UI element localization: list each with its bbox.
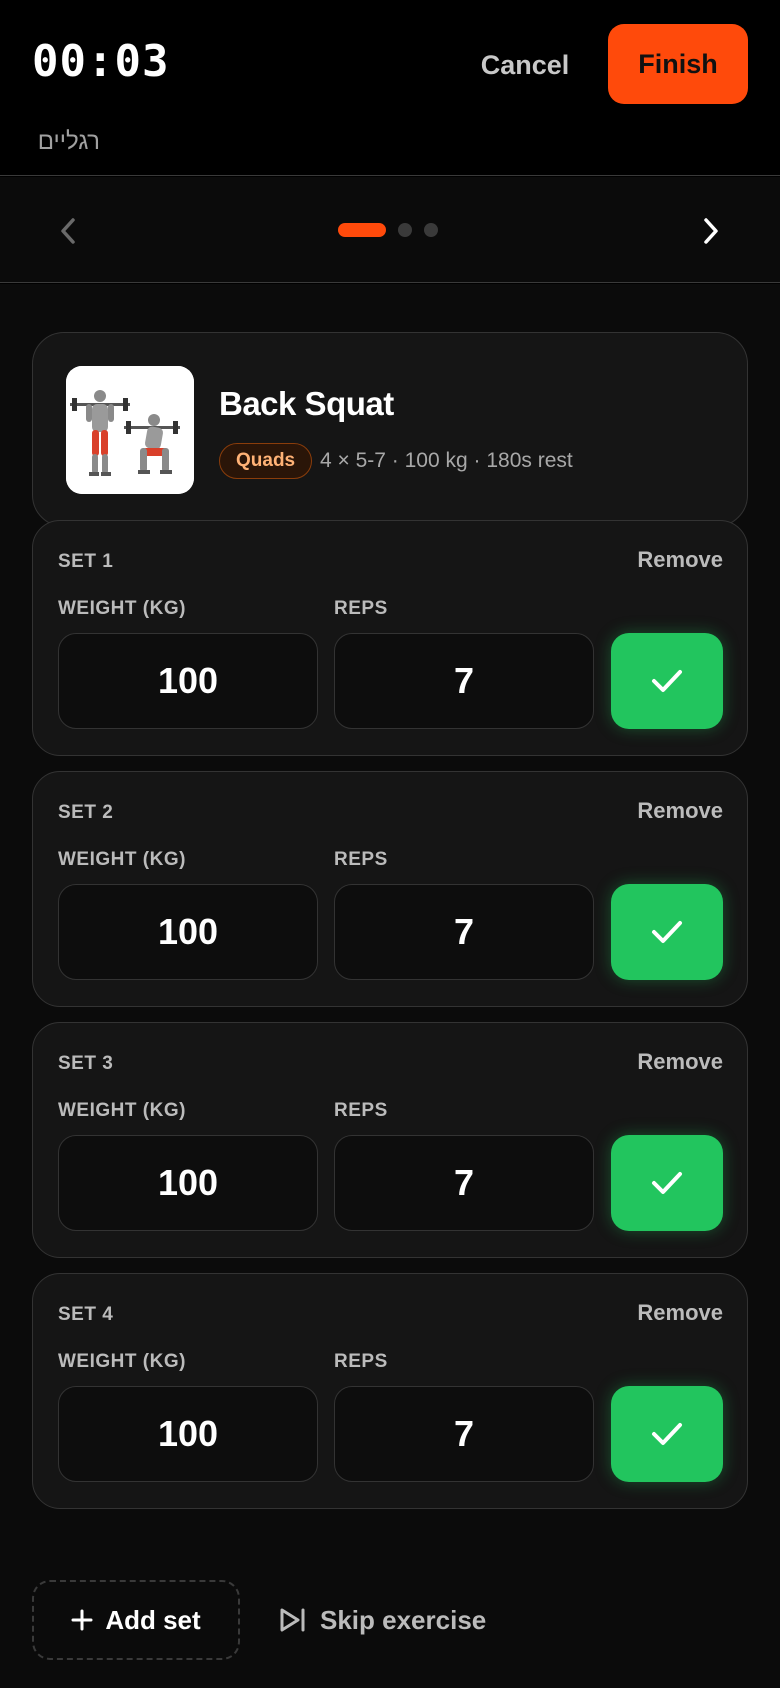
previous-exercise-button[interactable] [48, 211, 88, 251]
exercise-name: Back Squat [219, 385, 394, 422]
remove-set-button[interactable]: Remove [637, 547, 723, 573]
weight-label: WEIGHT (KG) [58, 849, 186, 870]
exercise-card: Back Squat Quads 4 × 5-7 · 100 kg · 180s… [32, 332, 748, 527]
reps-label: REPS [334, 1100, 388, 1121]
check-icon [652, 670, 682, 692]
exercise-pager [0, 177, 780, 283]
muscle-badge: Quads [219, 443, 313, 479]
remove-set-button[interactable]: Remove [637, 1300, 723, 1326]
weight-input[interactable] [58, 884, 318, 980]
weight-label: WEIGHT (KG) [58, 1351, 186, 1372]
complete-set-button[interactable] [611, 1135, 723, 1231]
skip-exercise-button[interactable]: Skip exercise [278, 1580, 486, 1660]
reps-label: REPS [334, 598, 388, 619]
weight-input[interactable] [58, 1135, 318, 1231]
reps-input[interactable] [334, 1386, 594, 1482]
reps-input[interactable] [334, 633, 594, 729]
weight-input[interactable] [58, 1386, 318, 1482]
set-title: SET 1 [58, 551, 114, 572]
remove-set-button[interactable]: Remove [637, 798, 723, 824]
check-icon [652, 1423, 682, 1445]
reps-label: REPS [334, 849, 388, 870]
weight-input[interactable] [58, 633, 318, 729]
complete-set-button[interactable] [611, 884, 723, 980]
exercise-thumbnail [66, 366, 194, 494]
reps-label: REPS [334, 1351, 388, 1372]
check-icon [652, 921, 682, 943]
weight-label: WEIGHT (KG) [58, 598, 186, 619]
weight-label: WEIGHT (KG) [58, 1100, 186, 1121]
squat-illustration [66, 366, 194, 494]
elapsed-timer: 00:03 [32, 36, 170, 87]
set-card: SET 4 Remove WEIGHT (KG) REPS [32, 1273, 748, 1509]
next-exercise-button[interactable] [691, 211, 731, 251]
complete-set-button[interactable] [611, 633, 723, 729]
workout-name: רגליים [37, 128, 100, 155]
complete-set-button[interactable] [611, 1386, 723, 1482]
add-set-button[interactable]: Add set [32, 1580, 240, 1660]
remove-set-button[interactable]: Remove [637, 1049, 723, 1075]
pager-dots [338, 223, 438, 237]
chevron-left-icon [61, 218, 75, 244]
reps-input[interactable] [334, 884, 594, 980]
workout-header: 00:03 Cancel Finish רגליים [0, 0, 780, 176]
set-card: SET 3 Remove WEIGHT (KG) REPS [32, 1022, 748, 1258]
exercise-content: Back Squat Quads 4 × 5-7 · 100 kg · 180s… [0, 284, 780, 1688]
set-title: SET 2 [58, 802, 114, 823]
skip-forward-icon [280, 1608, 305, 1632]
pager-dot[interactable] [398, 223, 412, 237]
set-card: SET 1 Remove WEIGHT (KG) REPS [32, 520, 748, 756]
plus-icon [71, 1609, 93, 1631]
cancel-button[interactable]: Cancel [470, 42, 580, 88]
skip-exercise-label: Skip exercise [320, 1604, 487, 1635]
check-icon [652, 1172, 682, 1194]
add-set-label: Add set [105, 1604, 201, 1635]
exercise-summary: 4 × 5-7 · 100 kg · 180s rest [320, 449, 573, 472]
reps-input[interactable] [334, 1135, 594, 1231]
set-card: SET 2 Remove WEIGHT (KG) REPS [32, 771, 748, 1007]
pager-dot-active[interactable] [338, 223, 386, 237]
chevron-right-icon [704, 218, 718, 244]
set-title: SET 4 [58, 1304, 114, 1325]
set-title: SET 3 [58, 1053, 114, 1074]
finish-button[interactable]: Finish [608, 24, 748, 104]
pager-dot[interactable] [424, 223, 438, 237]
